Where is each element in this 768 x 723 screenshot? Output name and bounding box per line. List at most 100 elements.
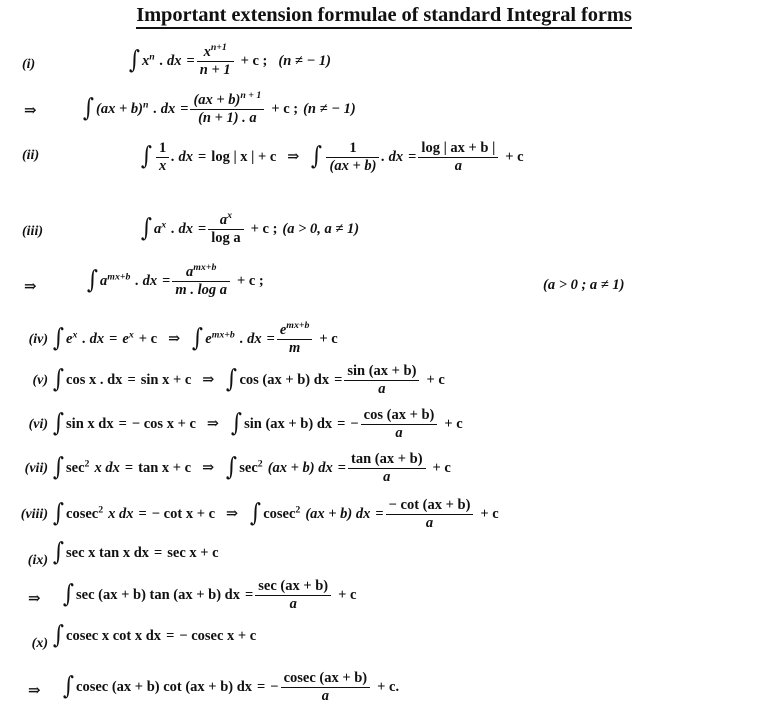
formula-viii-rhs-equals: = <box>375 506 384 523</box>
formula-iv-fraction: emx+b m <box>276 319 313 358</box>
formula-v-rhs-equals: = <box>334 372 343 389</box>
formula-label-x: (x) <box>31 636 48 651</box>
formula-i-ext-integrand: (ax + b) <box>96 101 143 118</box>
formula-ii-rhs-num: 1 <box>326 140 380 158</box>
formula-i-ext-integrand-exp: n <box>142 99 149 111</box>
formula-iii-condition: (a > 0, a ≠ 1) <box>282 221 360 238</box>
formula-vi-lhs: sin x dx <box>66 416 114 433</box>
formula-vii-den: a <box>383 468 391 485</box>
formula-viii-fraction: − cot (ax + b) a <box>385 497 474 533</box>
formula-iii-fraction: ax log a <box>208 210 244 248</box>
formula-vi-sign: − <box>350 416 359 433</box>
formula-iv-den: m <box>289 339 301 356</box>
formula-iii-ext-den: m . log a <box>175 281 227 298</box>
formula-ix-ext-lhs: sec (ax + b) tan (ax + b) dx <box>76 587 240 604</box>
formula-iv-lhs-exp: x <box>72 329 78 341</box>
formula-iii-num-base: a <box>219 211 228 228</box>
formula-iv-lhs-equals: = <box>109 331 118 348</box>
formula-iii-dx: . dx <box>171 221 193 238</box>
formula-x-equals: = <box>166 628 175 644</box>
formula-v-lhs: cos x . dx <box>66 372 123 389</box>
formula-viii-rhs-fn: cosec <box>263 506 296 523</box>
formula-ix-ext: ∫ sec (ax + b) tan (ax + b) dx = sec (ax + … <box>62 577 357 614</box>
formula-vii-rhs-equals: = <box>337 460 347 477</box>
formula-ix-ext-equals: = <box>244 587 254 604</box>
formula-iii-plus-c: + c ; <box>250 221 278 238</box>
formula-ii-result-fraction: log | ax + b | a <box>418 140 499 176</box>
formula-iv-num-exp: mx+b <box>286 319 310 331</box>
formula-vi-lhs-result: − cos x + c <box>131 416 196 433</box>
formula-label-v: (v) <box>32 373 48 388</box>
formula-ii-lhs-fraction: 1x <box>156 140 170 176</box>
formula-v-den: a <box>378 380 386 397</box>
implies-arrow-ix: ⇒ <box>28 591 41 607</box>
formula-i: ∫ xn. dx = xn+1 n + 1 + c ; (n ≠ − 1) <box>128 41 331 78</box>
formula-ix-ext-plus-c: + c <box>338 587 357 604</box>
formula-ix-ext-den: a <box>289 595 297 612</box>
formula-label-vii: (vii) <box>24 461 48 476</box>
formula-vi-lhs-equals: = <box>118 416 127 433</box>
page-title: Important extension formulae of standard… <box>0 4 768 29</box>
formula-vii-num: tan (ax + b) <box>348 451 426 469</box>
formula-vii-lhs-exp: 2 <box>84 458 90 470</box>
formula-iii-ext: ∫ amx+b. dx = amx+b m . log a + c ; <box>86 261 264 300</box>
formula-x-ext-plus-c: + c. <box>377 679 400 696</box>
implies-arrow-x: ⇒ <box>28 683 41 699</box>
formula-iii-exp: x <box>161 219 167 231</box>
formula-ix-equals: = <box>154 545 163 561</box>
implies-arrow-vi: ⇒ <box>206 416 220 433</box>
formula-i-ext-dx: . dx <box>153 101 176 118</box>
formula-i-equals: = <box>186 53 195 70</box>
formula-iv: ∫ ex. dx = ex + c ⇒ ∫ emx+b. dx = emx+b m + c <box>52 319 338 358</box>
formula-viii: ∫ cosec2 x dx = − cot x + c ⇒ ∫ cosec2 (ax + b) … <box>52 496 499 533</box>
formula-i-num-exp: n+1 <box>210 41 227 53</box>
formula-iii-ext-num-exp: mx+b <box>193 261 217 273</box>
formula-iii: ∫ ax. dx = ax log a + c ; (a > 0, a ≠ 1) <box>140 209 360 248</box>
formula-iii-ext-dx: . dx <box>135 273 158 290</box>
implies-arrow-v: ⇒ <box>202 372 215 389</box>
formula-iv-rhs-equals: = <box>266 331 275 348</box>
formula-vi-den: a <box>395 424 403 441</box>
formula-iv-lhs-res-exp: x <box>128 329 134 341</box>
formula-i-ext: ∫ (ax + b)n. dx = (ax + b)n + 1 (n + 1) . a +… <box>82 89 356 126</box>
formula-x-ext-lhs: cosec (ax + b) cot (ax + b) dx <box>76 679 253 696</box>
formula-iii-ext-exp: mx+b <box>107 271 131 283</box>
formula-iv-rhs-exp: mx+b <box>211 329 235 341</box>
formula-x-ext-equals: = <box>257 679 266 696</box>
formula-iii-ext-plus-c: + c ; <box>236 273 264 290</box>
formula-ii-lhs-num: 1 <box>156 140 170 158</box>
formula-ii-plus-c: + c <box>505 149 524 166</box>
formula-i-dx: . dx <box>159 53 182 70</box>
formula-v-rhs: cos (ax + b) dx <box>239 372 330 389</box>
formula-vii-lhs-fn: sec <box>66 460 85 477</box>
formula-viii-num: − cot (ax + b) <box>385 497 474 515</box>
formula-viii-lhs-equals: = <box>138 506 147 523</box>
formula-ix-ext-num: sec (ax + b) <box>255 578 332 596</box>
formula-vii-fraction: tan (ax + b) a <box>348 451 426 487</box>
formula-ii-rhs-fraction: 1 (ax + b) <box>326 140 380 176</box>
formula-iv-rhs-dx: . dx <box>239 331 262 348</box>
formula-i-num-base: x <box>203 43 211 60</box>
formula-label-iii: (iii) <box>22 224 43 239</box>
formula-iii-equals: = <box>197 221 207 238</box>
formula-ix-ext-fraction: sec (ax + b) a <box>255 578 332 614</box>
formula-x-ext: ∫ cosec (ax + b) cot (ax + b) dx = − cosec (… <box>62 669 400 704</box>
formula-x-lhs: cosec x cot x dx <box>66 628 162 644</box>
formula-iv-plus-c: + c <box>319 331 338 348</box>
formula-vii-lhs-equals: = <box>124 460 134 477</box>
formula-iii-ext-equals: = <box>162 273 171 290</box>
formula-ix: ∫ sec x tan x dx = sec x + c <box>52 537 219 566</box>
formula-vi-plus-c: + c <box>444 416 463 433</box>
formula-iii-ext-fraction: amx+b m . log a <box>172 261 230 300</box>
formula-i-den: n + 1 <box>199 61 231 78</box>
implies-arrow-viii: ⇒ <box>226 506 239 523</box>
implies-arrow-i: ⇒ <box>24 103 37 119</box>
formula-v-fraction: sin (ax + b) a <box>344 363 420 399</box>
formula-ii-result-num: log | ax + b | <box>418 140 499 158</box>
formula-v-lhs-equals: = <box>127 372 136 389</box>
formula-ii-lhs-dx: . dx <box>171 149 194 166</box>
formula-label-viii: (viii) <box>20 507 48 522</box>
formula-x-ext-sign: − <box>270 679 279 696</box>
formula-i-ext-num-exp: n + 1 <box>240 89 262 101</box>
formula-vii-plus-c: + c <box>432 460 451 477</box>
